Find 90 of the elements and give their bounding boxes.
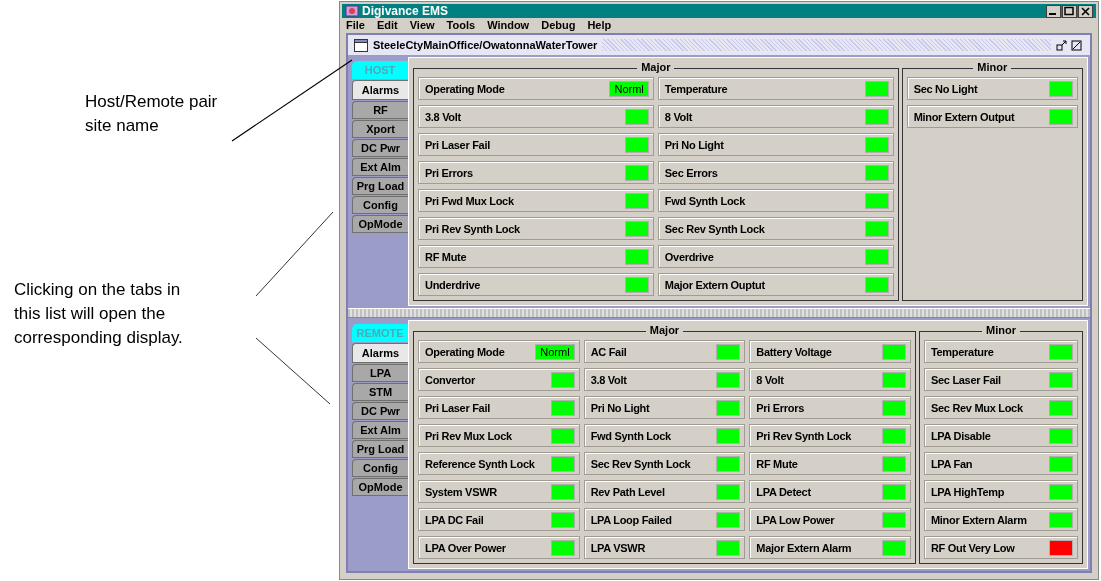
alarm-label: Sec Rev Mux Lock — [930, 401, 1024, 414]
alarm-label: Major Extern Alarm — [756, 541, 853, 554]
tab[interactable]: OpMode — [352, 215, 408, 233]
alarm-label: Sec Errors — [664, 166, 719, 179]
tab[interactable]: Ext Alm — [352, 421, 408, 439]
alarm-label: LPA Disable — [930, 429, 992, 442]
alarm-label: Operating Mode — [425, 82, 506, 95]
alarm-label: Pri No Light — [590, 401, 651, 414]
menu-item[interactable]: Edit — [376, 18, 398, 31]
group-title: Minor — [973, 61, 1012, 73]
alarm-label: AC Fail — [590, 345, 628, 358]
tab[interactable]: DC Pwr — [352, 139, 408, 157]
group-title: Major — [637, 61, 675, 73]
alarm-label: LPA Low Power — [756, 513, 836, 526]
alarm-label: Convertor — [425, 373, 476, 386]
alarm-label: LPA Fan — [930, 457, 974, 470]
alarm-label: 8 Volt — [664, 110, 694, 123]
alarm-label: Temperature — [930, 345, 995, 358]
alarm-label: LPA DC Fail — [425, 513, 485, 526]
alarm-label: 3.8 Volt — [590, 373, 628, 386]
alarm-label: RF Mute — [425, 250, 468, 263]
menu-item[interactable]: File — [346, 18, 365, 31]
alarm-label: Minor Extern Output — [913, 110, 1016, 123]
group-title: Major — [645, 324, 684, 336]
alarm-label: Overdrive — [664, 250, 715, 263]
alarm-label: LPA Detect — [756, 485, 812, 498]
tab[interactable]: RF — [352, 101, 408, 119]
alarm-label: LPA VSWR — [590, 541, 647, 554]
alarm-label: Pri Errors — [425, 166, 474, 179]
alarm-label: Underdrive — [425, 278, 482, 291]
alarm-label: Major Extern Ouptut — [664, 278, 766, 291]
tab[interactable]: Xport — [352, 120, 408, 138]
alarm-label: Pri Rev Synth Lock — [425, 222, 521, 235]
alarm-label: Rev Path Level — [590, 485, 666, 498]
alarm-label: Pri Laser Fail — [425, 138, 491, 151]
alarm-label: Sec Laser Fail — [930, 373, 1002, 386]
minimize-icon[interactable] — [1046, 4, 1061, 18]
menu-item[interactable]: Debug — [541, 18, 576, 31]
close-icon[interactable] — [1078, 4, 1093, 18]
menu-item[interactable]: Tools — [446, 18, 476, 31]
alarm-label: LPA Over Power — [425, 541, 507, 554]
status-indicator: Norml — [535, 343, 575, 360]
tab[interactable]: LPA — [352, 364, 408, 382]
alarm-label: RF Out Very Low — [930, 541, 1016, 554]
tab[interactable]: Ext Alm — [352, 158, 408, 176]
app-icon — [345, 4, 359, 18]
alarm-label: Sec Rev Synth Lock — [664, 222, 766, 235]
menu-item[interactable]: Window — [487, 18, 530, 31]
alarm-label: Reference Synth Lock — [425, 457, 536, 470]
alarm-label: Battery Voltage — [756, 345, 833, 358]
alarm-label: Pri Laser Fail — [425, 401, 491, 414]
window-title: Digivance EMS — [362, 4, 450, 18]
alarm-label: Pri Fwd Mux Lock — [425, 194, 515, 207]
alarm-label: System VSWR — [425, 485, 498, 498]
alarm-label: Minor Extern Alarm — [930, 513, 1028, 526]
tab[interactable]: Alarms — [352, 343, 408, 363]
resize-icons[interactable] — [1056, 39, 1084, 51]
alarm-label: LPA Loop Failed — [590, 513, 673, 526]
alarm-label: Temperature — [664, 82, 729, 95]
menu-item[interactable]: View — [409, 18, 435, 31]
alarm-label: Pri Errors — [756, 401, 806, 414]
tab[interactable]: STM — [352, 383, 408, 401]
alarm-label: Fwd Synth Lock — [664, 194, 746, 207]
alarm-label: Sec Rev Synth Lock — [590, 457, 692, 470]
tab[interactable]: Prg Load — [352, 177, 408, 195]
alarm-label: Pri Rev Synth Lock — [756, 429, 853, 442]
alarm-label: RF Mute — [756, 457, 799, 470]
menu-item[interactable]: Help — [587, 18, 612, 31]
group-title: Minor — [982, 324, 1020, 336]
alarm-label: Sec No Light — [913, 82, 979, 95]
tab[interactable]: Config — [352, 459, 408, 477]
alarm-label: LPA HighTemp — [930, 485, 1006, 498]
splitter[interactable] — [348, 308, 1090, 318]
frame-title: SteeleCtyMainOffice/OwatonnaWaterTower — [373, 39, 598, 51]
alarm-label: Fwd Synth Lock — [590, 429, 672, 442]
window-icon — [354, 38, 368, 52]
alarm-label: Pri No Light — [664, 138, 725, 151]
callout-text: Clicking on the tabs in this list will open the corresponding display. — [14, 279, 184, 349]
status-indicator: Norml — [609, 80, 649, 97]
alarm-label: Operating Mode — [425, 345, 506, 358]
alarm-label: 3.8 Volt — [425, 110, 462, 123]
tab[interactable]: Config — [352, 196, 408, 214]
tab[interactable]: OpMode — [352, 478, 408, 496]
maximize-icon[interactable] — [1062, 4, 1077, 18]
tab[interactable]: DC Pwr — [352, 402, 408, 420]
alarm-label: Pri Rev Mux Lock — [425, 429, 513, 442]
tab[interactable]: Alarms — [352, 80, 408, 100]
tab[interactable]: Prg Load — [352, 440, 408, 458]
alarm-label: 8 Volt — [756, 373, 785, 386]
callout-text: Host/Remote pair site name — [85, 91, 219, 137]
